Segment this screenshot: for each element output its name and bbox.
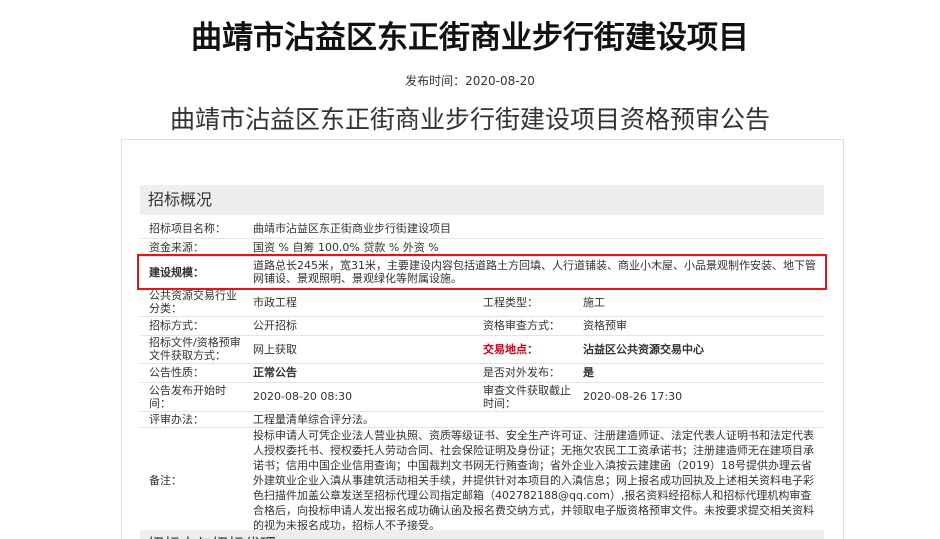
start-time-value: 2020-08-20 08:30: [247, 382, 477, 412]
deadline-value: 2020-08-26 17:30: [577, 382, 824, 412]
work-type-value: 施工: [577, 288, 824, 317]
row-label: 工程类型：: [477, 288, 577, 317]
row-label: 招标文件/资格预审文件获取方式：: [140, 335, 247, 364]
obtain-value: 网上获取: [247, 335, 477, 364]
publish-date: 2020-08-20: [465, 74, 535, 88]
table-row: 招标文件/资格预审文件获取方式： 网上获取 交易地点： 沾益区公共资源交易中心: [140, 335, 824, 364]
category-value: 市政工程: [247, 288, 477, 317]
project-name-value: 曲靖市沾益区东正街商业步行街建设项目: [247, 220, 824, 239]
section-heading-overview: 招标概况: [140, 185, 824, 215]
evaluation-value: 工程量清单综合评分法。: [247, 411, 824, 428]
remarks-value: 投标申请人可凭企业法人营业执照、资质等级证书、安全生产许可证、注册建造师证、法定…: [247, 427, 824, 534]
row-label: 公告发布开始时间：: [140, 382, 247, 412]
method-value: 公开招标: [247, 316, 477, 336]
row-label: 招标项目名称：: [140, 220, 247, 239]
row-label: 资格审查方式：: [477, 316, 577, 336]
review-method-value: 资格预审: [577, 316, 824, 336]
row-label: 备注：: [140, 427, 247, 534]
row-label: 审查文件获取截止时间：: [477, 382, 577, 412]
table-row: 公共资源交易行业分类： 市政工程 工程类型： 施工: [140, 288, 824, 317]
row-label: 是否对外发布：: [477, 363, 577, 383]
row-label: 公共资源交易行业分类：: [140, 288, 247, 317]
table-row: 公告性质： 正常公告 是否对外发布： 是: [140, 363, 824, 383]
row-label: 评审办法：: [140, 411, 247, 428]
table-row: 招标项目名称： 曲靖市沾益区东正街商业步行街建设项目: [140, 220, 824, 239]
table-row: 招标方式： 公开招标 资格审查方式： 资格预审: [140, 316, 824, 336]
table-row: 备注： 投标申请人可凭企业法人营业执照、资质等级证书、安全生产许可证、注册建造师…: [140, 427, 824, 534]
row-label: 交易地点：: [477, 335, 577, 364]
highlight-box: [137, 254, 827, 290]
trade-location-value: 沾益区公共资源交易中心: [577, 335, 824, 364]
publish-label: 发布时间：: [405, 74, 466, 88]
table-row: 公告发布开始时间： 2020-08-20 08:30 审查文件获取截止时间： 2…: [140, 382, 824, 412]
row-label: 公告性质：: [140, 363, 247, 383]
announcement-title: 曲靖市沾益区东正街商业步行街建设项目资格预审公告: [169, 105, 770, 134]
section-heading-tenderer: 招标人与招标代理: [140, 530, 824, 539]
table-row: 评审办法： 工程量清单综合评分法。: [140, 411, 824, 428]
nature-value: 正常公告: [247, 363, 477, 383]
publish-line: 发布时间：2020-08-20: [0, 72, 940, 89]
public-release-value: 是: [577, 363, 824, 383]
page-title: 曲靖市沾益区东正街商业步行街建设项目: [191, 20, 749, 56]
row-label: 招标方式：: [140, 316, 247, 336]
